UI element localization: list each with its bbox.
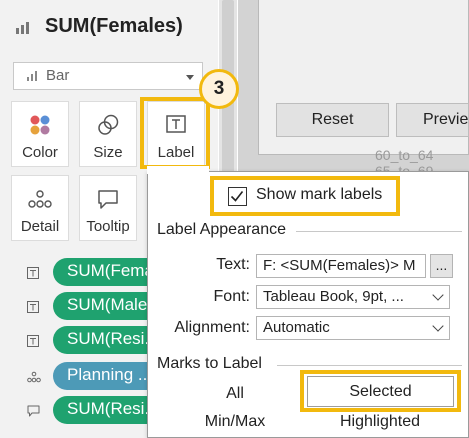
font-row-label: Font: [213,288,250,305]
checkmark-icon [230,191,244,202]
step-badge: 3 [199,69,239,109]
tooltip-icon [27,404,40,417]
show-mark-labels-label[interactable]: Show mark labels [256,186,382,204]
color-tile-label: Color [22,144,58,161]
mark-type-dropdown[interactable]: Bar [13,62,203,90]
tooltip-tile[interactable]: Tooltip [79,175,137,241]
preview-button[interactable]: Preview [396,103,469,137]
marks-option-minmax[interactable]: Min/Max [195,413,275,431]
marks-card-title: SUM(Females) [45,15,183,37]
show-mark-labels-checkbox[interactable] [228,187,247,206]
alignment-row-label: Alignment: [174,319,250,336]
font-dropdown[interactable]: Tableau Book, 9pt, ... [256,285,450,309]
divider [277,365,462,366]
chevron-down-icon [432,320,444,332]
chevron-down-icon [432,289,444,301]
popup-connector [147,166,209,174]
size-icon [96,114,120,141]
detail-tile[interactable]: Detail [11,175,69,241]
label-tile-highlight [140,97,210,169]
background-row-text: 60_to_64 [375,147,434,163]
detail-dots-icon [27,370,41,383]
text-row-label: Text: [216,256,250,273]
marks-option-highlighted[interactable]: Highlighted [320,413,440,431]
size-tile-label: Size [93,144,123,161]
reset-button[interactable]: Reset [276,103,389,137]
edit-label-text-button[interactable]: ... [430,254,453,278]
marks-card-header: SUM(Females) [0,0,218,52]
detail-tile-label: Detail [20,218,60,235]
marks-option-selected[interactable]: Selected [307,376,454,407]
marks-option-all[interactable]: All [205,385,265,403]
label-icon [27,266,39,279]
alignment-dropdown[interactable]: Automatic [256,316,450,340]
marks-to-label-heading: Marks to Label [157,355,262,372]
tooltip-tile-label: Tooltip [86,218,130,235]
label-appearance-heading: Label Appearance [157,221,286,238]
tooltip-icon [96,188,120,215]
bar-chart-icon [27,71,39,81]
label-icon [27,334,39,347]
label-text-field[interactable]: F: <SUM(Females)> M [256,254,426,278]
divider [296,231,462,232]
label-icon [27,300,39,313]
alignment-dropdown-value: Automatic [263,319,330,336]
color-tile[interactable]: Color [11,101,69,167]
detail-dots-icon [27,188,53,215]
size-tile[interactable]: Size [79,101,137,167]
bar-chart-icon [16,22,30,34]
font-dropdown-value: Tableau Book, 9pt, ... [263,288,404,305]
chevron-down-icon [186,75,194,80]
color-dots-icon [29,114,51,141]
mark-type-value: Bar [46,67,70,84]
